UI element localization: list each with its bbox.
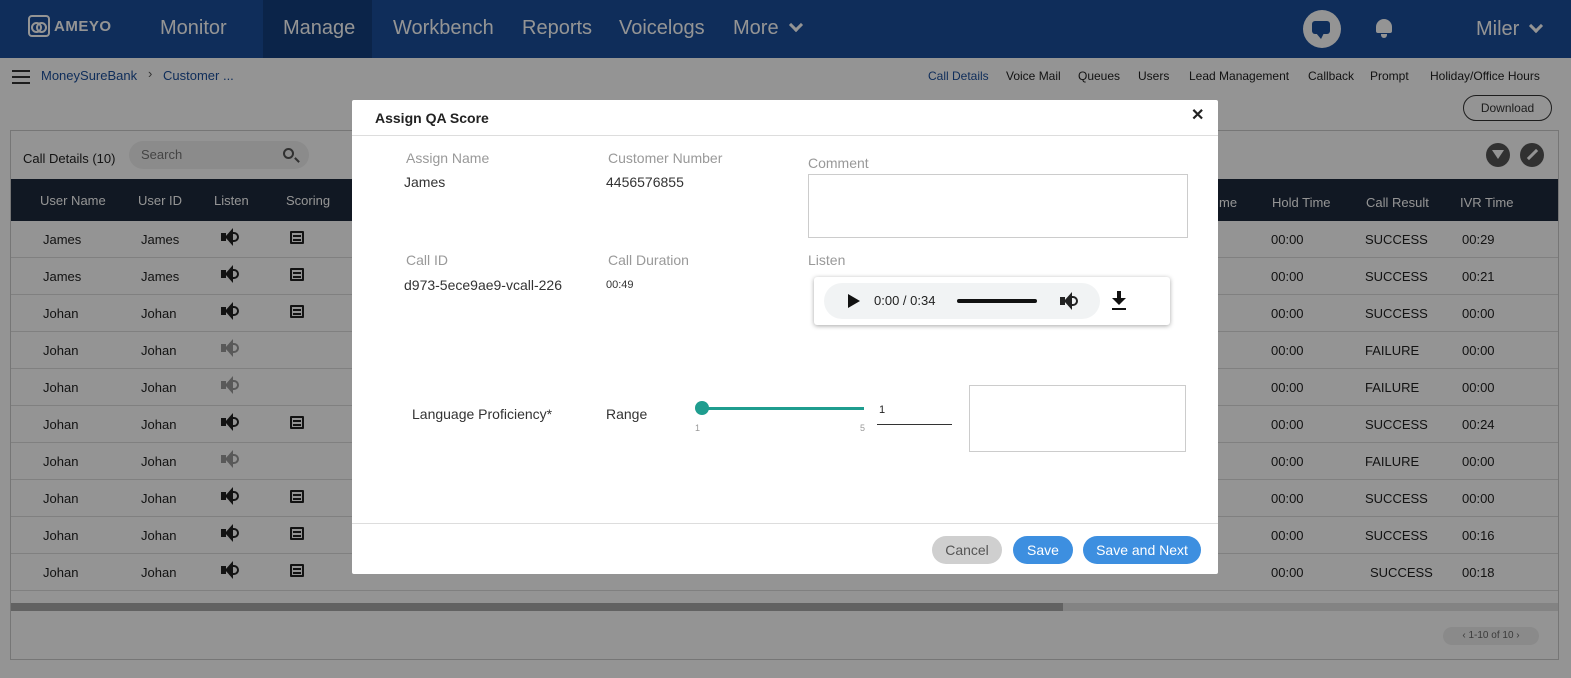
range-value-input[interactable]: 1 (877, 404, 952, 425)
save-button[interactable]: Save (1013, 536, 1073, 564)
divider (352, 523, 1218, 524)
range-label: Range (606, 406, 648, 422)
criterion-label: Language Proficiency* (412, 406, 553, 422)
score-comment-textarea[interactable] (969, 385, 1186, 452)
audio-player: 0:00 / 0:34 (814, 277, 1170, 325)
cancel-button[interactable]: Cancel (932, 536, 1002, 564)
assign-name-label: Assign Name (406, 150, 490, 166)
listen-label: Listen (808, 252, 846, 268)
customer-number-value: 4456576855 (606, 174, 684, 190)
dialog-title: Assign QA Score (375, 110, 489, 126)
player-controls: 0:00 / 0:34 (824, 283, 1100, 319)
range-max-label: 5 (860, 423, 866, 433)
call-id-label: Call ID (406, 252, 449, 268)
save-and-next-button[interactable]: Save and Next (1083, 536, 1201, 564)
call-duration-value: 00:49 (606, 279, 634, 291)
player-time: 0:00 / 0:34 (874, 293, 936, 308)
call-duration-label: Call Duration (608, 252, 689, 268)
volume-icon[interactable] (1060, 291, 1082, 311)
play-icon[interactable] (848, 294, 860, 308)
range-min-label: 1 (695, 423, 701, 433)
comment-label: Comment (808, 155, 869, 171)
comment-textarea[interactable] (808, 174, 1188, 238)
range-slider-thumb[interactable] (695, 401, 709, 415)
download-icon[interactable] (1112, 291, 1126, 311)
customer-number-label: Customer Number (608, 150, 723, 166)
player-progress-bar[interactable] (957, 299, 1037, 303)
close-icon[interactable]: ✕ (1191, 105, 1204, 125)
assign-qa-score-dialog: Assign QA Score ✕ Assign Name James Cust… (352, 100, 1218, 574)
divider (352, 135, 1218, 136)
assign-name-value: James (404, 174, 446, 190)
range-slider-track[interactable] (702, 407, 864, 410)
call-id-value: d973-5ece9ae9-vcall-226 (404, 277, 562, 293)
